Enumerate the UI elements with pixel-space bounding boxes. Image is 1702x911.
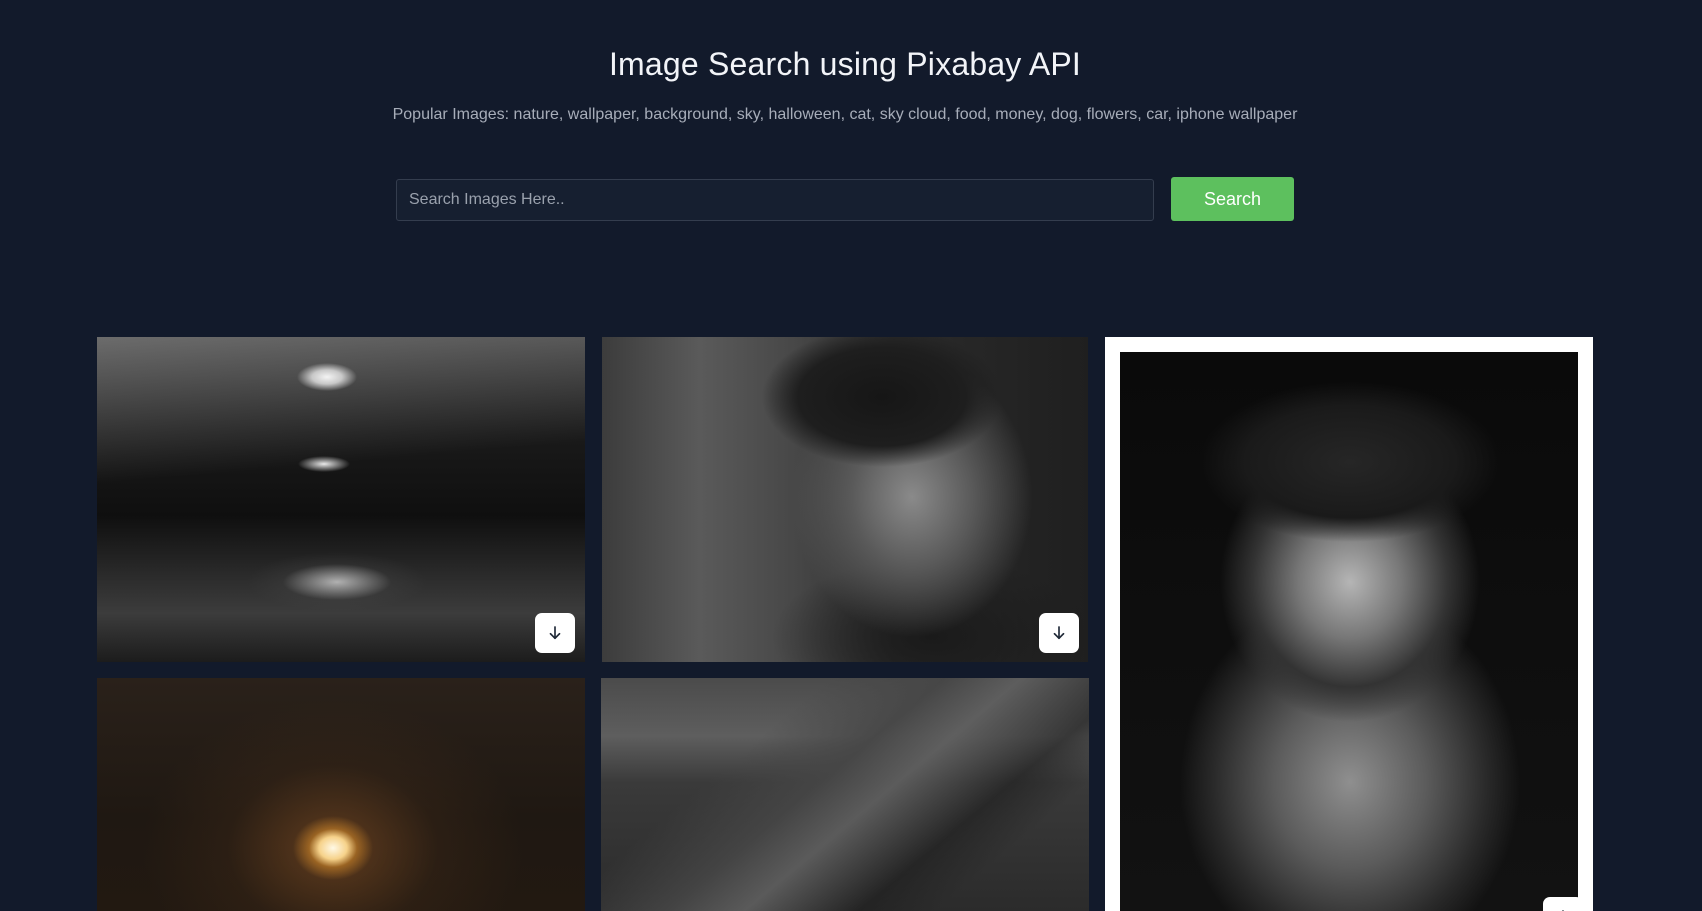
- image-card-5[interactable]: [601, 678, 1089, 911]
- image-thumbnail[interactable]: [97, 337, 585, 662]
- image-card-4[interactable]: [97, 678, 585, 911]
- image-thumbnail[interactable]: [97, 678, 585, 911]
- image-thumbnail[interactable]: [602, 337, 1088, 662]
- download-button[interactable]: [1543, 897, 1583, 911]
- download-icon: [1050, 624, 1068, 642]
- image-thumbnail[interactable]: [601, 678, 1089, 911]
- download-button[interactable]: [1039, 613, 1079, 653]
- download-icon: [546, 624, 564, 642]
- page-title: Image Search using Pixabay API: [608, 46, 1082, 82]
- image-search-page: Image Search using Pixabay API Popular I…: [0, 0, 1702, 911]
- search-button[interactable]: Search: [1171, 177, 1294, 221]
- search-input[interactable]: [396, 179, 1154, 221]
- download-button[interactable]: [535, 613, 575, 653]
- image-card-3[interactable]: [1105, 337, 1593, 911]
- image-card-2[interactable]: [602, 337, 1088, 662]
- popular-images-text: Popular Images: nature, wallpaper, backg…: [392, 106, 1298, 123]
- image-card-1[interactable]: [97, 337, 585, 662]
- image-thumbnail[interactable]: [1120, 352, 1578, 911]
